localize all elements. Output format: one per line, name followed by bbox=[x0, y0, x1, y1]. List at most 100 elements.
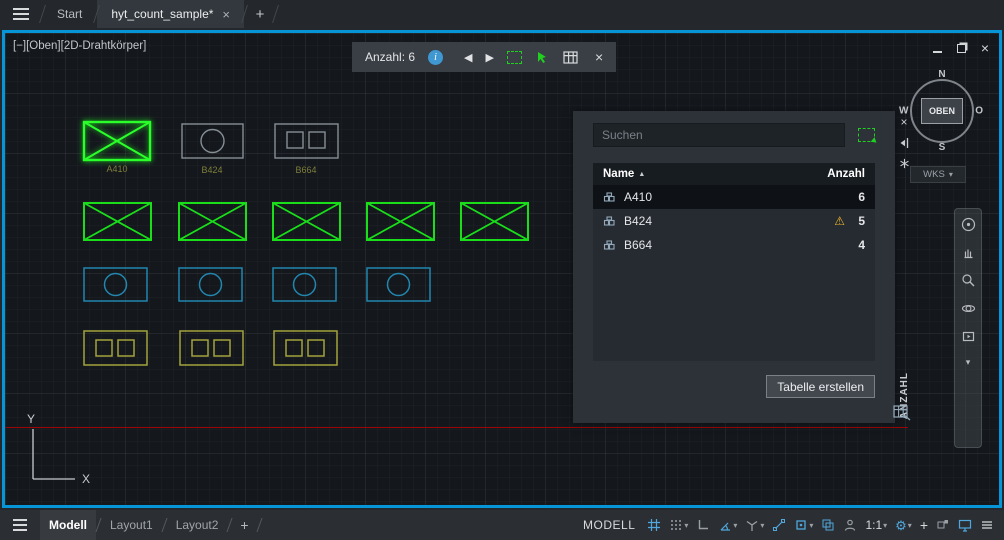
axis-line[interactable] bbox=[5, 427, 908, 428]
viewport-controls-label[interactable]: [−][Oben][2D-Drahtkörper] bbox=[13, 40, 146, 52]
previous-instance-icon[interactable]: ◀ bbox=[464, 51, 472, 64]
orbit-icon[interactable] bbox=[961, 301, 976, 316]
drawing-viewport[interactable]: A410 B424 B664 Y X [−][Oben][2D-Drahtkör… bbox=[2, 30, 1002, 508]
compass-south[interactable]: S bbox=[939, 142, 946, 153]
table-icon[interactable] bbox=[563, 50, 578, 64]
count-table-row[interactable]: B664 4 bbox=[593, 233, 875, 257]
block-b424[interactable] bbox=[83, 267, 148, 302]
table-header[interactable]: Name ▲ Anzahl bbox=[593, 163, 875, 185]
chevron-down-icon[interactable]: ▾ bbox=[809, 521, 813, 530]
block-a410[interactable] bbox=[460, 202, 529, 241]
search-input[interactable] bbox=[593, 123, 845, 147]
block-a410[interactable] bbox=[83, 202, 152, 241]
customization-menu-icon[interactable] bbox=[980, 518, 994, 532]
wks-dropdown[interactable]: WKS ▾ bbox=[910, 166, 966, 183]
snap-mode-toggle[interactable]: ▾ bbox=[669, 518, 688, 532]
zoom-selection-icon[interactable] bbox=[506, 50, 522, 64]
block-b424[interactable] bbox=[366, 267, 431, 302]
object-snap-tracking-toggle[interactable] bbox=[772, 518, 786, 532]
isolate-objects-toggle[interactable] bbox=[936, 518, 950, 532]
svg-text:Y: Y bbox=[27, 412, 35, 426]
modell-space-label[interactable]: MODELL bbox=[583, 518, 635, 532]
close-palette-icon[interactable]: × bbox=[900, 116, 907, 128]
count-table: Name ▲ Anzahl A410 6 B424 ⚠ 5 B664 4 bbox=[593, 163, 875, 361]
close-count-icon[interactable]: × bbox=[595, 49, 603, 65]
svg-text:X: X bbox=[82, 472, 90, 486]
block-b424[interactable] bbox=[272, 267, 337, 302]
block-b424[interactable] bbox=[178, 267, 243, 302]
auto-hide-icon[interactable] bbox=[899, 137, 909, 149]
block-icon bbox=[603, 239, 615, 250]
select-objects-icon[interactable] bbox=[535, 50, 550, 65]
tab-modell[interactable]: Modell bbox=[40, 510, 96, 540]
restore-icon[interactable] bbox=[956, 43, 966, 53]
grid-display-toggle[interactable] bbox=[647, 518, 661, 532]
create-table-floating-icon[interactable] bbox=[893, 405, 911, 421]
block-a410[interactable] bbox=[366, 202, 435, 241]
block-b664[interactable] bbox=[273, 330, 338, 366]
create-table-button[interactable]: Tabelle erstellen bbox=[766, 375, 875, 398]
block-icon bbox=[603, 215, 615, 226]
chevron-down-icon[interactable]: ▾ bbox=[684, 521, 688, 530]
block-label-b424: B424 bbox=[201, 165, 223, 175]
block-label-a410: A410 bbox=[106, 164, 128, 174]
app-menu-icon[interactable] bbox=[0, 0, 42, 28]
object-snap-toggle[interactable]: ▾ bbox=[794, 518, 813, 532]
isometric-drafting-toggle[interactable]: ▾ bbox=[745, 518, 764, 532]
block-a410[interactable] bbox=[82, 120, 152, 162]
new-drawing-button[interactable]: + bbox=[245, 0, 275, 28]
column-count[interactable]: Anzahl bbox=[827, 168, 865, 180]
chevron-down-icon[interactable]: ▾ bbox=[733, 521, 737, 530]
zoom-icon[interactable] bbox=[961, 273, 976, 288]
tab-layout1[interactable]: Layout1 bbox=[101, 510, 162, 540]
selection-cycling-toggle[interactable] bbox=[821, 518, 835, 532]
compass-north[interactable]: N bbox=[938, 69, 945, 80]
block-a410[interactable] bbox=[178, 202, 247, 241]
properties-icon[interactable] bbox=[899, 158, 910, 169]
new-layout-button[interactable]: + bbox=[232, 517, 256, 533]
viewcube-top-face[interactable]: OBEN bbox=[921, 98, 963, 124]
graphics-performance-toggle[interactable] bbox=[958, 518, 972, 533]
tab-start[interactable]: Start bbox=[43, 0, 96, 28]
polar-tracking-toggle[interactable]: ▾ bbox=[718, 518, 737, 532]
status-bar: Modell Layout1 Layout2 + MODELL ▾ ▾ ▾ ▾ … bbox=[0, 510, 1004, 540]
close-icon[interactable]: × bbox=[981, 41, 989, 55]
block-a410[interactable] bbox=[272, 202, 341, 241]
count-table-row[interactable]: A410 6 bbox=[593, 185, 875, 209]
close-tab-icon[interactable]: × bbox=[222, 7, 230, 22]
annotation-monitor-toggle[interactable] bbox=[843, 518, 857, 532]
crosshair-toggle[interactable]: + bbox=[920, 517, 928, 533]
sort-asc-icon: ▲ bbox=[638, 170, 646, 178]
compass-east[interactable]: O bbox=[975, 106, 983, 117]
info-icon[interactable]: i bbox=[428, 49, 444, 65]
layout-menu-icon[interactable] bbox=[0, 519, 40, 531]
navigation-wheel-icon[interactable] bbox=[961, 217, 976, 232]
chevron-down-icon[interactable]: ▾ bbox=[908, 521, 912, 530]
select-objects-icon[interactable] bbox=[858, 128, 875, 142]
pan-hand-icon[interactable] bbox=[961, 245, 976, 260]
chevron-down-icon[interactable]: ▾ bbox=[966, 357, 971, 368]
tab-layout2[interactable]: Layout2 bbox=[167, 510, 228, 540]
block-b664[interactable] bbox=[274, 123, 339, 159]
showmotion-icon[interactable] bbox=[961, 329, 976, 344]
drawing-window-controls: × bbox=[932, 41, 989, 55]
ortho-mode-toggle[interactable] bbox=[696, 518, 710, 532]
chevron-down-icon[interactable]: ▾ bbox=[883, 521, 887, 530]
annotation-scale-dropdown[interactable]: 1:1 ▾ bbox=[865, 518, 887, 532]
minimize-icon[interactable] bbox=[932, 51, 942, 53]
ucs-icon[interactable]: Y X bbox=[13, 409, 109, 493]
count-table-row[interactable]: B424 ⚠ 5 bbox=[593, 209, 875, 233]
tab-drawing-active[interactable]: hyt_count_sample* × bbox=[97, 0, 245, 28]
block-b664[interactable] bbox=[179, 330, 244, 366]
column-name[interactable]: Name bbox=[603, 168, 634, 180]
block-b664[interactable] bbox=[83, 330, 148, 366]
viewcube[interactable]: N O S W OBEN bbox=[899, 69, 983, 153]
row-name: B664 bbox=[624, 238, 653, 252]
workspace-settings-dropdown[interactable]: ⚙ ▾ bbox=[895, 519, 912, 532]
next-instance-icon[interactable]: ▶ bbox=[486, 51, 494, 64]
block-b424[interactable] bbox=[181, 123, 244, 159]
count-toolbar: Anzahl: 6 i ◀ ▶ × bbox=[352, 42, 617, 72]
chevron-down-icon[interactable]: ▾ bbox=[760, 521, 764, 530]
warning-icon: ⚠ bbox=[834, 214, 845, 228]
count-table-body: A410 6 B424 ⚠ 5 B664 4 bbox=[593, 185, 875, 361]
